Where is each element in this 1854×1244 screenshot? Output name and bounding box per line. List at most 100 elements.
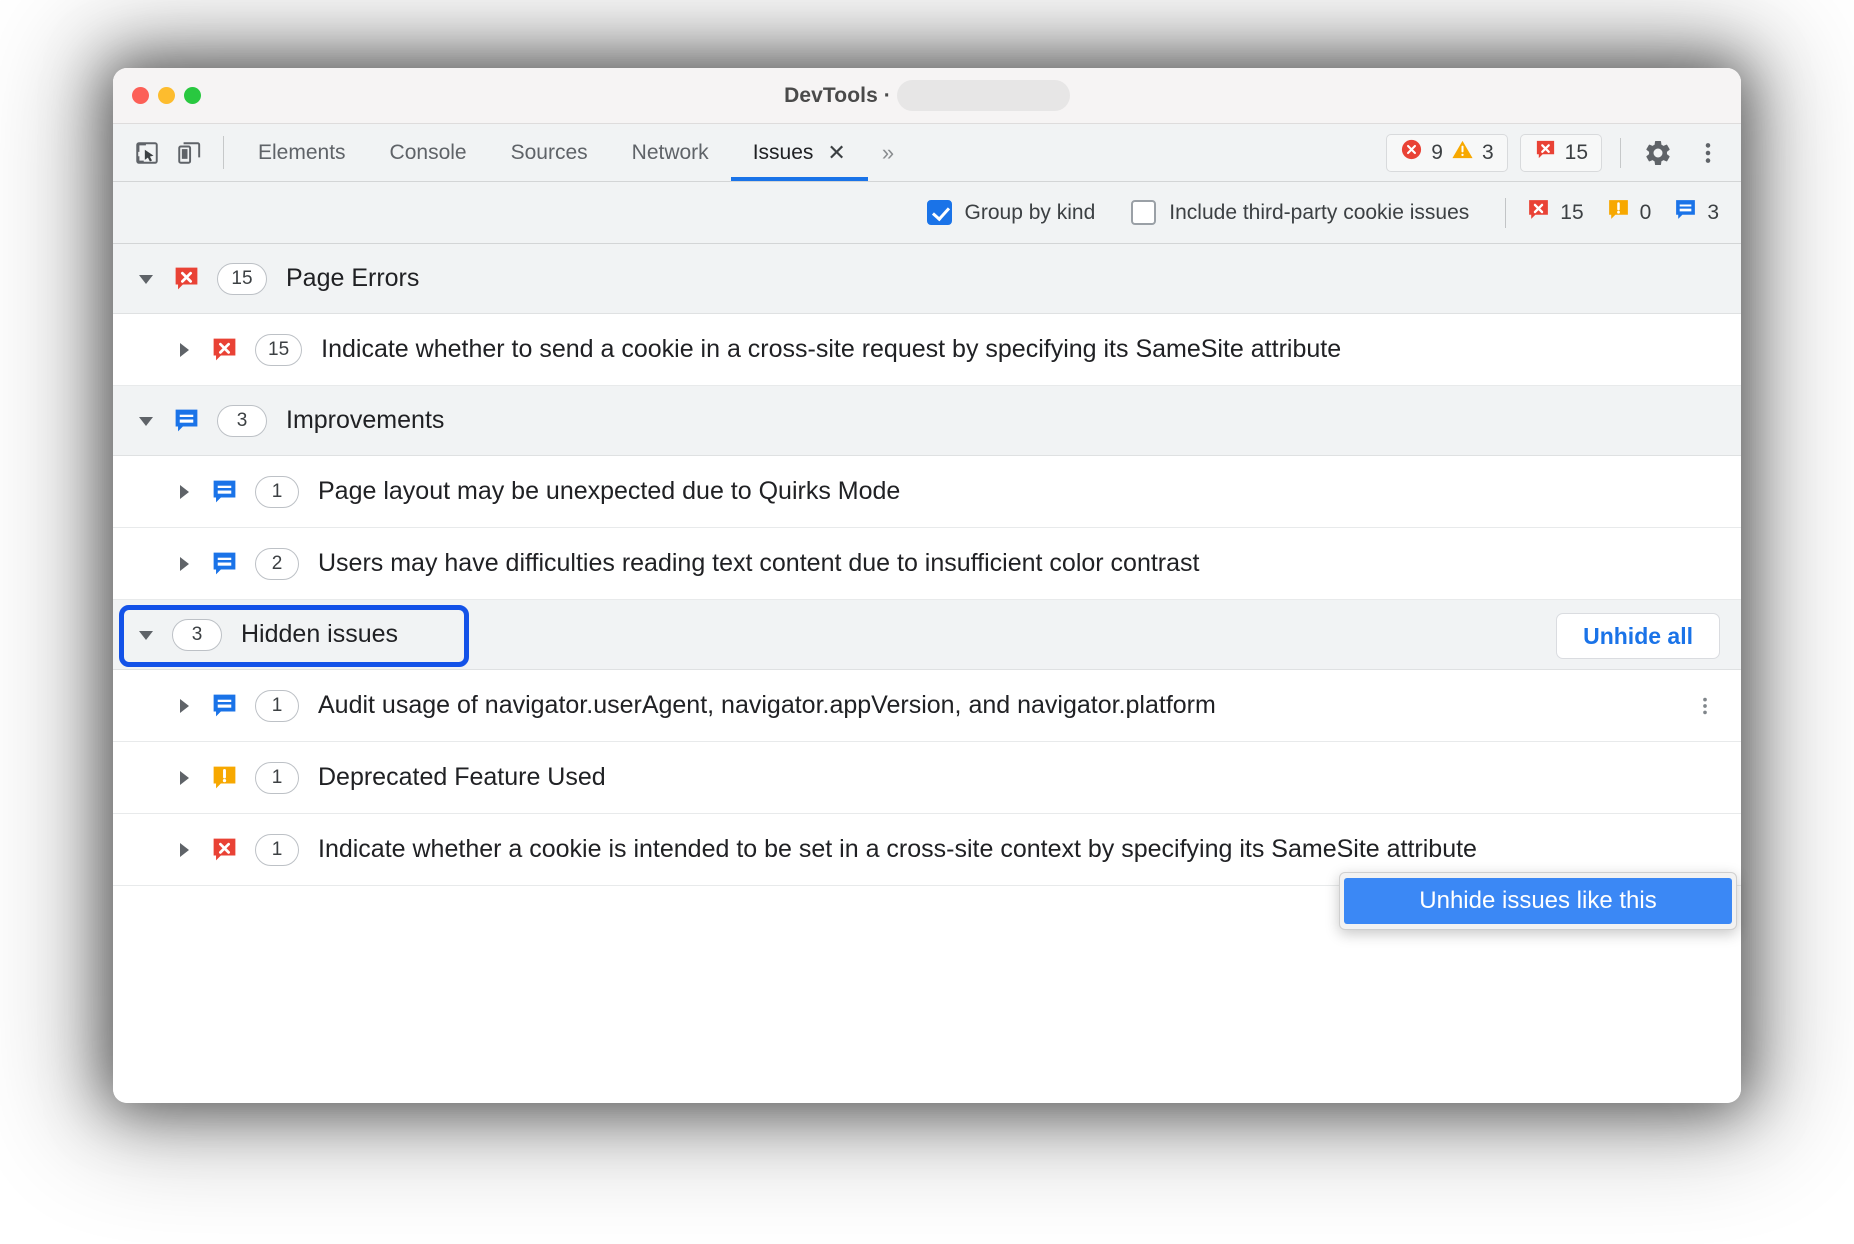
toolbar-divider xyxy=(1620,138,1621,168)
issue-count: 1 xyxy=(255,690,299,722)
context-menu-item-unhide-issues-like-this[interactable]: Unhide issues like this xyxy=(1344,878,1732,924)
close-icon[interactable]: ✕ xyxy=(827,142,845,164)
issues-list: 15 Page Errors 15 Indicate whether to se… xyxy=(113,244,1741,1103)
filter-divider xyxy=(1505,198,1506,228)
group-count: 3 xyxy=(172,619,222,651)
inspect-element-icon[interactable] xyxy=(127,133,167,173)
device-toolbar-icon[interactable] xyxy=(169,133,209,173)
issues-count: 15 xyxy=(1565,141,1588,165)
chevron-right-icon[interactable] xyxy=(172,694,196,718)
screenshot-root: DevTools · xyxy=(0,0,1854,1244)
issue-info-icon xyxy=(210,477,239,506)
group-header-improvements[interactable]: 3 Improvements xyxy=(113,386,1741,456)
tab-label: Network xyxy=(632,141,709,165)
error-count: 9 xyxy=(1431,141,1443,165)
chevron-right-icon[interactable] xyxy=(172,552,196,576)
unhide-all-button[interactable]: Unhide all xyxy=(1556,613,1720,659)
tab-label: Elements xyxy=(258,141,346,165)
gear-icon[interactable] xyxy=(1639,134,1677,172)
tab-label: Console xyxy=(390,141,467,165)
issue-error-icon xyxy=(210,835,239,864)
issue-error-icon xyxy=(1534,138,1557,167)
issue-title: Audit usage of navigator.userAgent, navi… xyxy=(318,688,1690,723)
tab-bar-left-tools xyxy=(127,124,209,181)
group-by-kind-checkbox[interactable] xyxy=(927,200,952,225)
group-by-kind-checkbox-row[interactable]: Group by kind xyxy=(927,200,1096,225)
close-window-button[interactable] xyxy=(132,87,149,104)
chevron-right-icon[interactable] xyxy=(172,480,196,504)
filter-warning-count: 0 xyxy=(1640,201,1652,225)
warning-triangle-icon xyxy=(1451,138,1474,167)
issue-count: 15 xyxy=(255,334,302,366)
group-count: 15 xyxy=(217,263,267,295)
tab-console[interactable]: Console xyxy=(368,124,489,181)
title-bar: DevTools · xyxy=(113,68,1741,124)
error-circle-icon xyxy=(1400,138,1423,167)
issue-count: 2 xyxy=(255,548,299,580)
issue-row[interactable]: 1 Page layout may be unexpected due to Q… xyxy=(113,456,1741,528)
issue-error-icon xyxy=(172,264,201,293)
chevron-down-icon[interactable] xyxy=(134,623,158,647)
issue-warning-icon xyxy=(1606,197,1631,228)
devtools-window: DevTools · xyxy=(113,68,1741,1103)
tab-network[interactable]: Network xyxy=(610,124,731,181)
kebab-menu-icon[interactable] xyxy=(1689,134,1727,172)
issue-info-icon xyxy=(210,691,239,720)
issues-filter-bar: Group by kind Include third-party cookie… xyxy=(113,182,1741,244)
context-menu: Unhide issues like this xyxy=(1339,872,1737,930)
third-party-cookie-checkbox-row[interactable]: Include third-party cookie issues xyxy=(1131,200,1469,225)
filter-stat-errors[interactable]: 15 xyxy=(1526,197,1583,228)
issue-title: Indicate whether a cookie is intended to… xyxy=(318,832,1720,867)
zoom-window-button[interactable] xyxy=(184,87,201,104)
third-party-cookie-checkbox[interactable] xyxy=(1131,200,1156,225)
tab-elements[interactable]: Elements xyxy=(236,124,368,181)
chevron-right-icon[interactable] xyxy=(172,338,196,362)
group-by-kind-label: Group by kind xyxy=(965,201,1096,225)
issues-counter[interactable]: 15 xyxy=(1520,134,1602,172)
issue-error-icon xyxy=(1526,197,1551,228)
group-header-page-errors[interactable]: 15 Page Errors xyxy=(113,244,1741,314)
redacted-title-bar xyxy=(897,80,1070,111)
issue-warning-icon xyxy=(210,763,239,792)
filter-error-count: 15 xyxy=(1560,201,1583,225)
window-title-group: DevTools · xyxy=(113,80,1741,111)
chevron-down-icon[interactable] xyxy=(134,267,158,291)
minimize-window-button[interactable] xyxy=(158,87,175,104)
issue-row[interactable]: 2 Users may have difficulties reading te… xyxy=(113,528,1741,600)
group-title: Hidden issues xyxy=(241,620,398,649)
issue-count: 1 xyxy=(255,834,299,866)
chevron-down-icon[interactable] xyxy=(134,409,158,433)
filter-stat-info[interactable]: 3 xyxy=(1673,197,1719,228)
issue-row[interactable]: 1 Deprecated Feature Used xyxy=(113,742,1741,814)
tab-sources[interactable]: Sources xyxy=(489,124,610,181)
tab-label: Sources xyxy=(511,141,588,165)
filter-info-count: 3 xyxy=(1707,201,1719,225)
chevron-right-icon[interactable] xyxy=(172,766,196,790)
filter-stat-warnings[interactable]: 0 xyxy=(1606,197,1652,228)
issue-title: Indicate whether to send a cookie in a c… xyxy=(321,332,1720,367)
issue-info-icon xyxy=(210,549,239,578)
tab-bar-divider xyxy=(223,136,224,169)
console-counters[interactable]: 9 3 xyxy=(1386,134,1507,172)
group-title: Page Errors xyxy=(286,264,419,293)
kebab-menu-icon[interactable] xyxy=(1690,686,1720,726)
issue-info-icon xyxy=(1673,197,1698,228)
issue-count: 1 xyxy=(255,762,299,794)
issue-title: Deprecated Feature Used xyxy=(318,760,1720,795)
window-title: DevTools · xyxy=(784,84,891,108)
issue-info-icon xyxy=(172,406,201,435)
panel-tabs: Elements Console Sources Network Issues … xyxy=(236,124,868,181)
issue-count: 1 xyxy=(255,476,299,508)
tab-label: Issues xyxy=(753,141,814,165)
group-title: Improvements xyxy=(286,406,444,435)
third-party-cookie-label: Include third-party cookie issues xyxy=(1169,201,1469,225)
issue-row[interactable]: 15 Indicate whether to send a cookie in … xyxy=(113,314,1741,386)
traffic-lights xyxy=(132,87,201,104)
issue-row[interactable]: 1 Audit usage of navigator.userAgent, na… xyxy=(113,670,1741,742)
chevron-right-icon[interactable] xyxy=(172,838,196,862)
group-header-hidden-issues[interactable]: 3 Hidden issues Unhide all xyxy=(113,600,1741,670)
tab-issues[interactable]: Issues ✕ xyxy=(731,124,868,181)
tab-bar-right-tools: 9 3 xyxy=(1386,124,1727,181)
more-tabs-icon[interactable]: » xyxy=(868,124,908,181)
issue-title: Page layout may be unexpected due to Qui… xyxy=(318,474,1720,509)
